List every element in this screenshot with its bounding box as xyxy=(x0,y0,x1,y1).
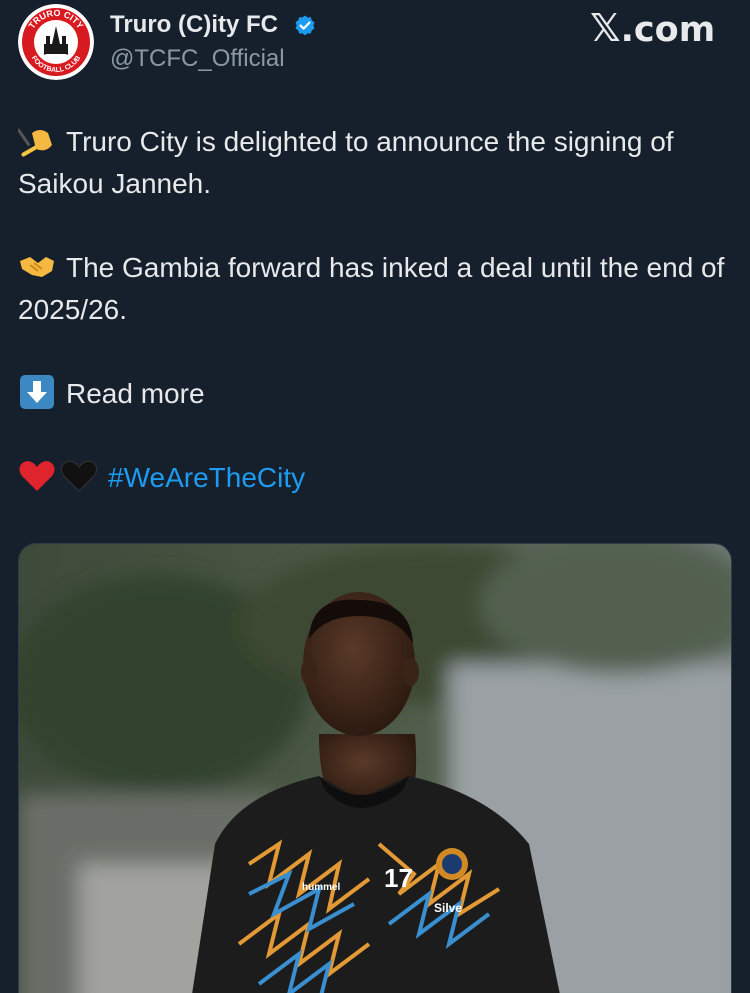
red-heart-emoji xyxy=(19,461,55,491)
down-arrow-emoji xyxy=(20,375,54,409)
club-avatar[interactable]: TRURO CITY FOOTBALL CLUB xyxy=(18,4,94,80)
x-mark-icon: 𝕏 xyxy=(590,6,621,50)
verified-badge-icon xyxy=(293,14,317,38)
tweet-paragraph-4: #WeAreTheCity xyxy=(18,457,738,499)
black-heart-emoji xyxy=(60,460,98,492)
tweet-paragraph-3: Read more xyxy=(18,373,738,415)
author-name[interactable]: Truro (C)ity FC xyxy=(110,11,278,39)
tweet-text: Truro City is delighted to announce the … xyxy=(18,121,738,499)
tweet-line-1: Truro City is delighted to announce the … xyxy=(18,126,674,199)
writing-hand-emoji xyxy=(18,128,52,157)
shirt-sponsor: Silve xyxy=(434,901,462,915)
handshake-emoji xyxy=(20,257,54,277)
tweet-photo[interactable]: 17 hummel Silve xyxy=(18,543,732,993)
tweet-header: TRURO CITY FOOTBALL CLUB Truro (C)ity FC… xyxy=(0,0,750,90)
x-logo-text: .com xyxy=(620,10,716,50)
tweet-paragraph-1: Truro City is delighted to announce the … xyxy=(18,121,738,205)
hashtag-link[interactable]: #WeAreTheCity xyxy=(108,462,305,493)
shirt-number: 17 xyxy=(384,863,413,893)
read-more-link[interactable]: Read more xyxy=(66,378,205,409)
shirt-brand: hummel xyxy=(302,882,341,893)
x-com-logo: 𝕏.com xyxy=(590,6,716,50)
tweet-paragraph-2: The Gambia forward has inked a deal unti… xyxy=(18,247,738,331)
tweet-line-2: The Gambia forward has inked a deal unti… xyxy=(18,252,725,325)
author-handle[interactable]: @TCFC_Official xyxy=(110,45,285,73)
